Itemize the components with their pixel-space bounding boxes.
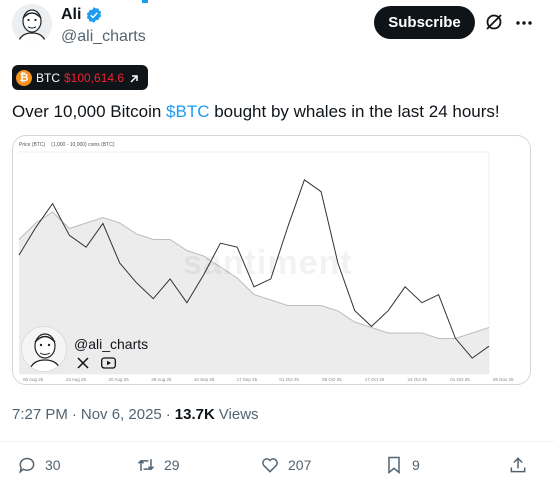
meta-separator: · (71, 406, 77, 423)
legend-price: Price (BTC) (19, 142, 46, 148)
views-label: Views (218, 406, 259, 423)
tweet-date[interactable]: Nov 6, 2025 (81, 406, 162, 423)
tweet-text: Over 10,000 Bitcoin $BTC bought by whale… (12, 101, 500, 123)
like-count: 207 (288, 457, 312, 473)
x-tick-label: 01 Oct 25 (450, 377, 470, 382)
santiment-watermark: santiment (183, 244, 353, 282)
cashtag-link[interactable]: $BTC (166, 102, 209, 121)
x-tick-label: 24 Oct 25 (408, 377, 428, 382)
share-button[interactable] (508, 455, 528, 475)
x-logo-icon (77, 357, 89, 369)
x-tick-label: 06 Nov 25 (493, 377, 514, 382)
tweet-meta: 7:27 PM · Nov 6, 2025 · 13.7K Views (12, 406, 259, 423)
tweet-time[interactable]: 7:27 PM (12, 406, 68, 423)
x-tick-label: 01 Oct 25 (279, 377, 299, 382)
watermark-portrait-icon (22, 327, 66, 371)
x-tick-label: 10 Sep 25 (194, 377, 215, 382)
subscribe-button[interactable]: Subscribe (374, 6, 475, 39)
media-chart[interactable]: 06 Aug 25 13 Aug 25 20 Aug 25 28 Aug 25 10 S… (12, 135, 531, 385)
x-tick-label: 17 Sep 25 (237, 377, 258, 382)
ticker-price: $100,614.6 (64, 70, 125, 85)
x-tick-label: 06 Aug 25 (23, 377, 44, 382)
display-name[interactable]: Ali (61, 6, 81, 24)
x-tick-label: 20 Aug 25 (109, 377, 130, 382)
author-handle[interactable]: @ali_charts (61, 28, 146, 46)
verified-badge-icon[interactable] (85, 6, 103, 24)
watermark-handle: @ali_charts (74, 336, 149, 352)
grok-icon[interactable] (484, 12, 504, 32)
top-strip (0, 0, 554, 4)
arrow-up-right-icon (128, 72, 140, 84)
x-tick-label: 09 Oct 25 (322, 377, 342, 382)
repost-button[interactable]: 29 (136, 455, 180, 475)
tweet-text-before: Over 10,000 Bitcoin (12, 102, 167, 121)
share-icon (510, 457, 526, 473)
x-tick-label: 28 Aug 25 (151, 377, 172, 382)
meta-separator: · (165, 406, 171, 423)
bookmark-icon (388, 456, 400, 475)
scroll-indicator (142, 0, 148, 3)
legend-whales: (1,000 - 10,000) coins (BTC) (51, 142, 115, 148)
more-icon[interactable] (514, 13, 534, 33)
reply-icon (19, 457, 35, 474)
reply-count: 30 (45, 457, 61, 473)
x-tick-label: 17 Oct 25 (365, 377, 385, 382)
bookmark-count: 9 (412, 457, 420, 473)
ticker-symbol: BTC (36, 70, 60, 85)
bitcoin-icon: ₿ (16, 69, 32, 86)
watermark-avatar (21, 326, 67, 372)
heart-icon (262, 458, 278, 473)
author-name-row: Ali (61, 6, 103, 24)
chart-legend: Price (BTC) (1,000 - 10,000) coins (BTC) (19, 142, 114, 148)
divider (0, 441, 554, 442)
like-button[interactable]: 207 (260, 455, 311, 475)
youtube-logo-icon (101, 356, 116, 370)
reply-button[interactable]: 30 (17, 455, 61, 475)
repost-icon (137, 459, 155, 471)
x-tick-label: 13 Aug 25 (66, 377, 87, 382)
views-count: 13.7K (174, 406, 215, 423)
avatar[interactable] (12, 4, 52, 44)
ticker-pill[interactable]: ₿ BTC $100,614.6 (12, 65, 149, 90)
repost-count: 29 (164, 457, 180, 473)
avatar-portrait-icon (12, 4, 52, 44)
tweet-text-after: bought by whales in the last 24 hours! (209, 102, 500, 121)
bookmark-button[interactable]: 9 (384, 455, 420, 475)
